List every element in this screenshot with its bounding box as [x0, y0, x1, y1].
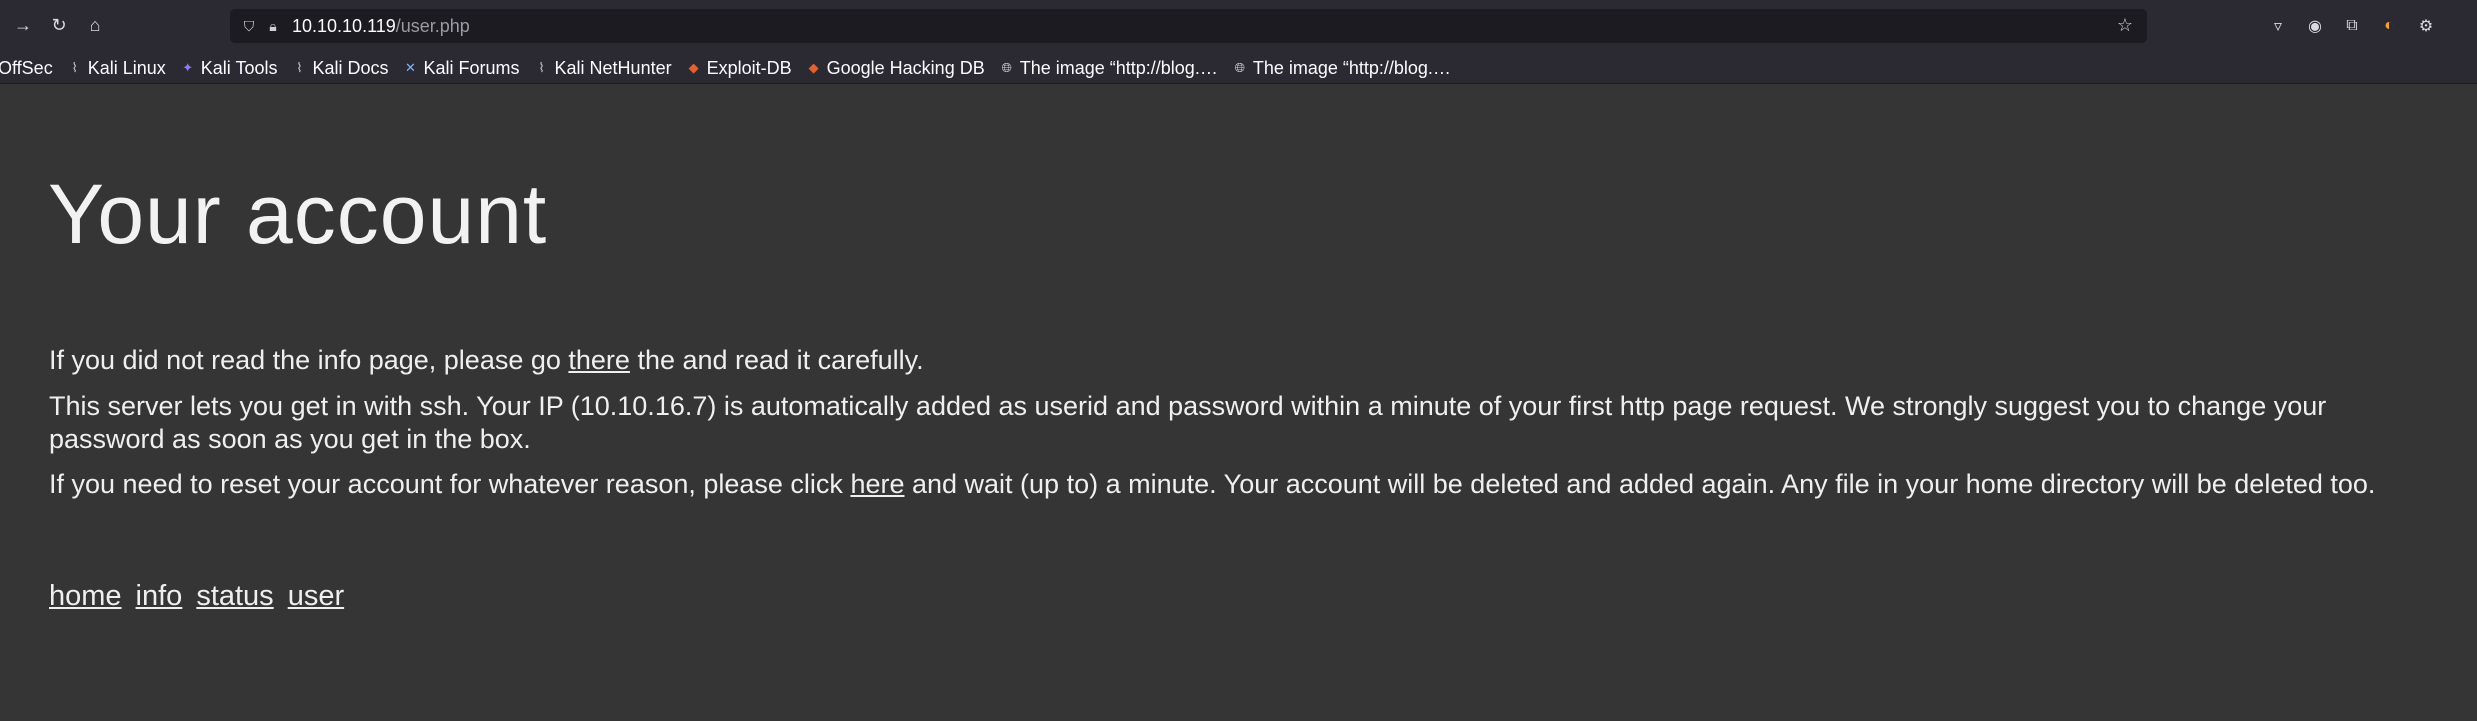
reset-text-before: If you need to reset your account for wh… [49, 469, 851, 499]
menu-status-link[interactable]: status [196, 580, 273, 613]
bookmark-kali-nethunter[interactable]: ⌇ Kali NetHunter [534, 57, 672, 79]
star-icon[interactable]: ☆ [2117, 15, 2133, 36]
info-text-before: If you did not read the info page, pleas… [49, 345, 569, 375]
here-link[interactable]: here [850, 469, 904, 499]
reload-icon[interactable]: ↻ [46, 12, 72, 38]
settings-icon[interactable]: ⚙ [2414, 14, 2438, 38]
home-icon[interactable]: ⌂ [82, 12, 108, 38]
bookmark-label: Kali NetHunter [554, 57, 672, 78]
there-link[interactable]: there [568, 345, 630, 375]
bookmark-kali-docs[interactable]: ⌇ Kali Docs [291, 58, 388, 79]
menu-info-link[interactable]: info [136, 580, 183, 613]
kali-icon: ⌇ [71, 60, 78, 75]
info-paragraph: If you did not read the info page, pleas… [49, 344, 2449, 377]
bookmark-kali-linux[interactable]: ⌇ Kali Linux [67, 58, 166, 79]
toolbar-icons: ▿ ◉ ⧉ ◐ ⚙ [2266, 14, 2438, 38]
bookmark-kali-forums[interactable]: ✕ Kali Forums [403, 57, 520, 79]
bookmarks-bar: OffSec ⌇ Kali Linux ✦ Kali Tools ⌇ Kali Doc… [0, 52, 2477, 84]
url-host: 10.10.10.119 [292, 15, 396, 36]
menu-user-link[interactable]: user [288, 580, 344, 613]
pocket-icon[interactable]: ▿ [2266, 14, 2290, 38]
globe-icon: 🌐︎ [1234, 60, 1246, 75]
info-text-after: the and read it carefully. [629, 345, 924, 375]
bookmark-label: The image “http://blog.… [1252, 57, 1451, 78]
bookmark-image-2[interactable]: 🌐︎ The image “http://blog.… [1232, 58, 1451, 79]
reset-text-after: and wait (up to) a minute. Your account … [904, 469, 2376, 499]
kali-icon: ⌇ [538, 60, 545, 75]
kali-tools-icon: ✦ [182, 60, 194, 75]
bookmark-kali-tools[interactable]: ✦ Kali Tools [180, 57, 278, 79]
bookmark-label: Kali Tools [200, 57, 278, 78]
page-content: Your account If you did not read the inf… [0, 84, 2477, 721]
reset-paragraph: If you need to reset your account for wh… [49, 468, 2449, 501]
url-path: /user.php [395, 15, 470, 36]
bookmark-label: The image “http://blog.… [1019, 57, 1218, 78]
exploitdb-icon: ◆ [808, 60, 819, 75]
url-bar[interactable]: ⛉ 🔒︎ 10.10.10.119/user.php ☆ [230, 9, 2147, 43]
lock-icon[interactable]: 🔒︎ [262, 15, 284, 37]
browser-chrome: → ↻ ⌂ ⛉ 🔒︎ 10.10.10.119/user.php ☆ ▿ ◉ ⧉… [0, 0, 2477, 84]
extension-icon[interactable]: ◐ [2377, 14, 2401, 38]
bookmark-exploit-db[interactable]: ◆ Exploit-DB [686, 58, 792, 79]
kali-icon: ⌇ [296, 60, 303, 75]
extensions-icon[interactable]: ⧉ [2340, 14, 2364, 38]
bookmark-label: Kali Forums [423, 57, 520, 78]
account-icon[interactable]: ◉ [2303, 14, 2327, 38]
exploitdb-icon: ◆ [688, 60, 699, 75]
bookmark-label: Exploit-DB [706, 57, 792, 78]
page-menu: home info status user [49, 580, 344, 613]
url-text[interactable]: 10.10.10.119/user.php [292, 16, 470, 37]
back-icon[interactable]: → [10, 12, 36, 38]
menu-home-link[interactable]: home [49, 580, 122, 613]
bookmark-image-1[interactable]: 🌐︎ The image “http://blog.… [999, 58, 1218, 79]
bookmark-label: Google Hacking DB [826, 57, 985, 78]
ssh-paragraph: This server lets you get in with ssh. Yo… [49, 391, 2327, 454]
globe-icon: 🌐︎ [1001, 60, 1012, 75]
page-title: Your account [48, 167, 548, 261]
kali-forums-icon: ✕ [405, 60, 416, 75]
bookmark-offsec[interactable]: OffSec [0, 58, 53, 79]
bookmark-label: Kali Docs [312, 57, 389, 78]
navigation-bar: → ↻ ⌂ ⛉ 🔒︎ 10.10.10.119/user.php ☆ ▿ ◉ ⧉… [0, 0, 2477, 52]
bookmark-label: OffSec [0, 57, 53, 78]
shield-icon[interactable]: ⛉ [238, 15, 260, 37]
bookmark-label: Kali Linux [87, 57, 166, 78]
bookmark-google-hacking-db[interactable]: ◆ Google Hacking DB [806, 58, 985, 79]
